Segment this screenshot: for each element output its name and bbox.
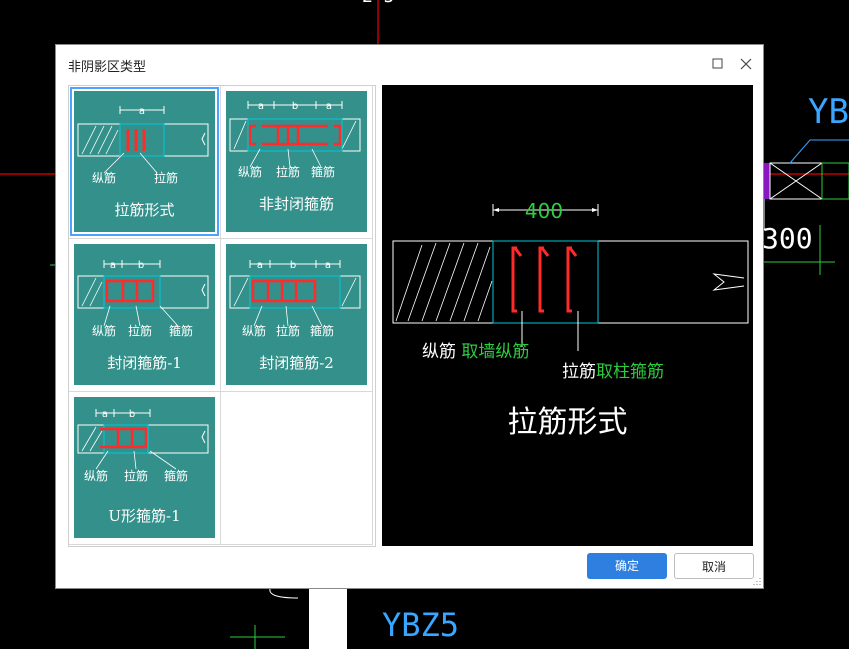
part-label: 拉筋 <box>276 323 300 338</box>
dim-a-text: a <box>257 260 263 271</box>
option-closed-stirrup-2[interactable]: a b a 纵筋 拉筋 箍筋 封闭箍筋-2 <box>221 239 373 392</box>
part-label: 箍筋 <box>310 323 334 338</box>
dim-a-text: a <box>325 260 331 271</box>
part-label: 纵筋 <box>242 323 266 338</box>
option-thumbnail: a b a 纵筋 拉筋 箍筋 封闭箍筋-2 <box>226 244 367 385</box>
dim-a-text: a <box>258 101 264 112</box>
dialog-title: 非阴影区类型 <box>68 60 147 75</box>
preview-tie-label: 拉筋取柱箍筋 <box>562 357 664 382</box>
option-thumbnail: a b 纵筋 拉筋 箍筋 封闭箍筋-1 <box>74 244 215 385</box>
part-label: 拉筋 <box>128 323 152 338</box>
bg-label-top-fragment: 2 5 <box>362 0 395 7</box>
confirm-button[interactable]: 确定 <box>587 553 667 579</box>
dim-b-text: b <box>138 260 144 271</box>
preview-longitudinal-label: 纵筋 取墙纵筋 <box>422 337 529 362</box>
part-label: 拉筋 <box>154 170 178 185</box>
option-label: 非封闭箍筋 <box>258 195 334 213</box>
cancel-button[interactable]: 取消 <box>674 553 754 579</box>
option-label: 封闭箍筋-2 <box>259 354 334 372</box>
dim-a-text: a <box>326 101 332 112</box>
part-label: 拉筋 <box>124 468 148 483</box>
tie-text: 拉筋 <box>562 362 596 382</box>
dim-a-text: a <box>110 260 116 271</box>
resize-grip-icon[interactable] <box>751 576 761 586</box>
dim-b-text: b <box>290 260 296 271</box>
part-label: 拉筋 <box>276 164 300 179</box>
option-thumbnail: a 纵筋 拉筋 拉筋形式 <box>70 87 219 236</box>
option-non-closed-stirrup[interactable]: a b a 纵筋 拉筋 箍筋 非封闭箍筋 <box>221 86 373 239</box>
part-label: 纵筋 <box>92 323 116 338</box>
type-option-grid: a 纵筋 拉筋 拉筋形式 a b a 纵筋 拉筋 箍筋 非封闭箍筋 a b 纵筋… <box>68 85 376 547</box>
dim-a-text: a <box>139 106 145 117</box>
preview-caption: 拉筋形式 <box>507 405 628 440</box>
preview-diagram: 400 <box>392 199 749 351</box>
option-tie-form[interactable]: a 纵筋 拉筋 拉筋形式 <box>69 86 221 239</box>
empty-grid-cell <box>221 392 373 545</box>
maximize-icon <box>712 58 723 69</box>
option-closed-stirrup-1[interactable]: a b 纵筋 拉筋 箍筋 封闭箍筋-1 <box>69 239 221 392</box>
dim-a-text: a <box>102 409 108 420</box>
bg-label-ybz: YBZ <box>808 92 849 132</box>
option-thumbnail: a b a 纵筋 拉筋 箍筋 非封闭箍筋 <box>226 91 367 232</box>
close-icon <box>740 58 752 70</box>
part-label: 纵筋 <box>84 468 108 483</box>
part-label: 纵筋 <box>238 164 262 179</box>
tie-source-text: 取柱箍筋 <box>596 362 664 382</box>
part-label: 箍筋 <box>169 323 193 338</box>
dim-b-text: b <box>292 101 298 112</box>
close-button[interactable] <box>735 53 757 75</box>
dialog-titlebar[interactable]: 非阴影区类型 <box>56 45 763 83</box>
preview-dimension: 400 <box>525 199 563 223</box>
option-thumbnail: a b 纵筋 拉筋 箍筋 U形箍筋-1 <box>74 397 215 538</box>
dialog-window: 非阴影区类型 a 纵筋 拉筋 拉筋形式 a b a 纵筋 拉筋 箍筋 非封闭箍筋… <box>55 44 764 589</box>
part-label: 纵筋 <box>92 170 116 185</box>
option-label: U形箍筋-1 <box>108 507 181 525</box>
maximize-button[interactable] <box>707 53 729 75</box>
option-u-stirrup-1[interactable]: a b 纵筋 拉筋 箍筋 U形箍筋-1 <box>69 392 221 545</box>
preview-panel: 400 纵筋 取墙纵筋 拉筋取柱箍筋 拉筋形式 <box>382 85 753 546</box>
part-label: 箍筋 <box>164 468 188 483</box>
part-label: 箍筋 <box>311 164 335 179</box>
longitudinal-text: 纵筋 <box>422 342 456 362</box>
option-label: 拉筋形式 <box>114 201 175 219</box>
dim-b-text: b <box>129 409 135 420</box>
longitudinal-source-text: 取墙纵筋 <box>461 342 530 362</box>
bg-label-ybz5: YBZ5 <box>382 606 460 644</box>
option-label: 封闭箍筋-1 <box>107 354 182 372</box>
bg-label-300: 300 <box>762 222 813 255</box>
